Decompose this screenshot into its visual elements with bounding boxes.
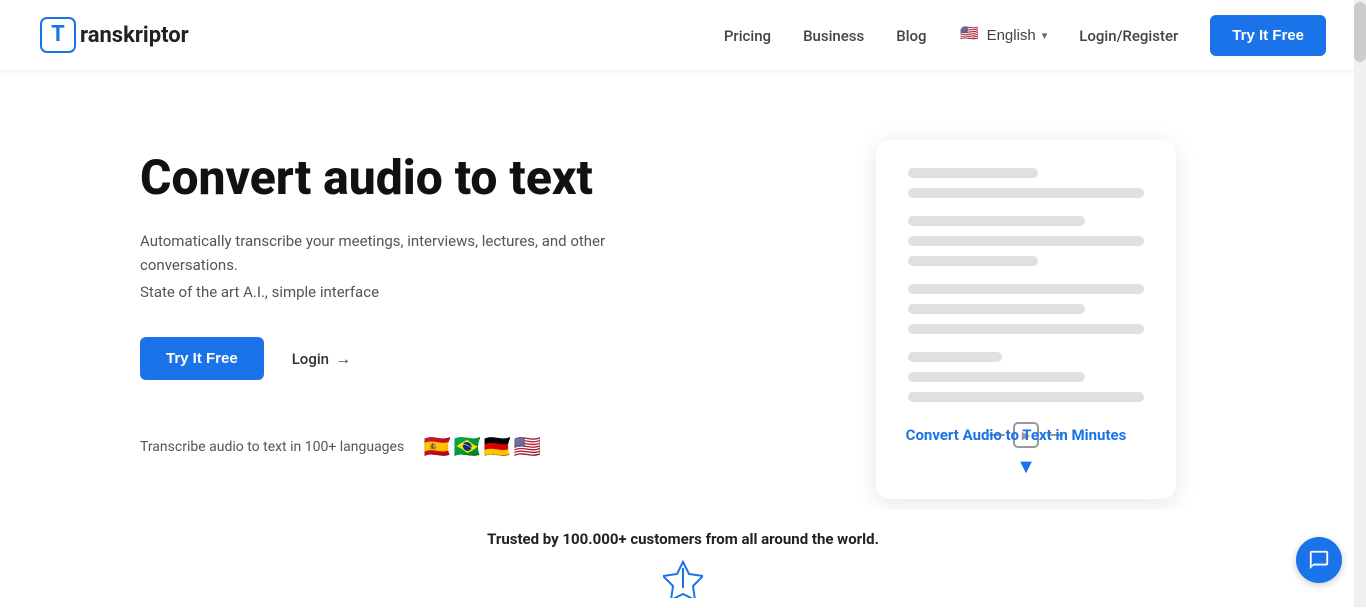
doc-line-6	[908, 284, 1144, 294]
doc-line-10	[908, 372, 1085, 382]
hero-illustration: ▶ ▼ Convert Audio to Text in Minutes	[846, 130, 1226, 450]
illustration-caption: Convert Audio to Text in Minutes	[856, 426, 1176, 444]
hero-subtitle: Automatically transcribe your meetings, …	[140, 229, 660, 277]
languages-text: Transcribe audio to text in 100+ languag…	[140, 439, 404, 455]
hero-tagline: State of the art A.I., simple interface	[140, 283, 660, 301]
logo-link[interactable]: T ranskriptor	[40, 17, 189, 53]
doc-line-1	[908, 168, 1038, 178]
doc-line-5	[908, 256, 1038, 266]
language-selector[interactable]: 🇺🇸 English ▾	[959, 24, 1048, 46]
logo-icon: T	[40, 17, 76, 53]
hero-login-text: Login	[292, 350, 329, 368]
chevron-down-icon: ▾	[1042, 29, 1048, 42]
trusted-text: Trusted by 100.000+ customers from all a…	[0, 530, 1366, 548]
us-flag-icon: 🇺🇸	[959, 24, 981, 46]
doc-line-9	[908, 352, 1002, 362]
hero-try-btn[interactable]: Try It Free	[140, 337, 264, 380]
nav-links: Pricing Business Blog 🇺🇸 English ▾ Login…	[724, 15, 1326, 56]
hero-content: Convert audio to text Automatically tran…	[0, 70, 1366, 510]
doc-line-11	[908, 392, 1144, 402]
flag-row: 🇪🇸 🇧🇷 🇩🇪 🇺🇸	[418, 428, 546, 466]
navbar-try-btn[interactable]: Try It Free	[1210, 15, 1326, 56]
login-register-link[interactable]: Login/Register	[1079, 27, 1178, 45]
nav-pricing[interactable]: Pricing	[724, 27, 771, 45]
cursor-icon: ▼	[1016, 454, 1036, 479]
hero-section: Convert audio to text Automatically tran…	[0, 70, 1366, 510]
hero-login-link[interactable]: Login →	[292, 349, 351, 369]
flag-us: 🇺🇸	[508, 428, 546, 466]
scrollbar[interactable]	[1354, 0, 1366, 607]
hero-left: Convert audio to text Automatically tran…	[140, 130, 660, 466]
hero-actions: Try It Free Login →	[140, 337, 660, 380]
hero-title: Convert audio to text	[140, 150, 660, 205]
chat-icon	[1308, 549, 1330, 571]
logo-text: ranskriptor	[80, 23, 189, 48]
doc-line-7	[908, 304, 1085, 314]
language-label: English	[987, 27, 1036, 44]
arrow-right-icon: →	[335, 349, 351, 369]
scrollbar-thumb[interactable]	[1354, 2, 1366, 62]
languages-row: Transcribe audio to text in 100+ languag…	[140, 428, 660, 466]
nav-business[interactable]: Business	[803, 27, 864, 45]
bottom-chart	[0, 548, 1366, 598]
doc-line-4	[908, 236, 1144, 246]
chat-bubble-btn[interactable]	[1296, 537, 1342, 583]
navbar: T ranskriptor Pricing Business Blog 🇺🇸 E…	[0, 0, 1366, 70]
logo-letter: T	[51, 24, 65, 46]
doc-card: ▶ ▼	[876, 140, 1176, 499]
chart-icon	[663, 558, 703, 598]
doc-line-2	[908, 188, 1144, 198]
trusted-bar: Trusted by 100.000+ customers from all a…	[0, 510, 1366, 608]
doc-line-3	[908, 216, 1085, 226]
nav-blog[interactable]: Blog	[896, 27, 926, 45]
doc-line-8	[908, 324, 1144, 334]
